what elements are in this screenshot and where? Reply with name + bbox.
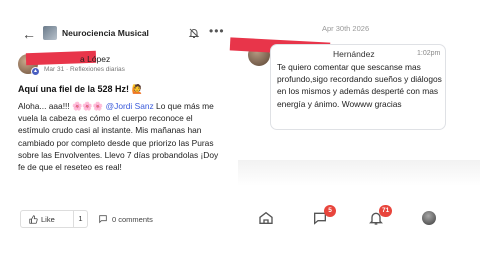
post-body-intro: Aloha... aaa!!! 🌸🌸🌸 [18,101,106,111]
group-name[interactable]: Neurociencia Musical [62,28,149,38]
post-author: ▲ a López Mar 31 · Reflexiones diarias [18,50,228,80]
message-text: Te quiero comentar que sescanse mas prof… [277,62,442,109]
post-body-rest: Lo que más me vuela la cabeza es cómo el… [18,101,219,173]
message-time: 1:02pm [417,50,441,57]
post-body: Aloha... aaa!!! 🌸🌸🌸 @Jordi Sanz Lo que m… [18,100,226,173]
post-header: ← Neurociencia Musical ••• [8,20,234,48]
post-title: Aquí una fiel de la 528 Hz! 🙋 [18,84,143,94]
message-bubble: Hernández 1:02pm Te quiero comentar que … [270,44,446,130]
sender-name[interactable]: Hernández [333,49,375,59]
back-arrow-icon[interactable]: ← [22,26,36,42]
comment-icon[interactable] [98,214,108,224]
notifications-badge: 71 [379,205,393,217]
like-count[interactable]: 1 [74,210,88,228]
chat-panel: Apr 30th 2026 Hernández 1:02pm Te quiero… [229,0,480,269]
comments-link[interactable]: 0 comments [112,215,153,224]
date-separator: Apr 30th 2026 [322,24,370,33]
section-divider [238,160,480,186]
like-label: Like [41,215,55,224]
more-icon[interactable]: ••• [209,24,225,38]
author-name[interactable]: a López [80,54,110,64]
group-avatar[interactable] [43,26,57,40]
bottom-nav: 5 71 [238,200,480,240]
post-panel: ← Neurociencia Musical ••• ▲ a López Mar… [8,20,234,266]
member-badge-icon: ▲ [31,67,40,76]
post-meta: Mar 31 · Reflexiones diarias [44,66,125,73]
chat-badge: 5 [324,205,336,217]
mention-link[interactable]: @Jordi Sanz [106,101,154,111]
bell-icon[interactable] [188,27,200,39]
like-icon [29,215,38,224]
like-button[interactable]: Like [20,210,74,228]
profile-avatar[interactable] [422,211,436,225]
home-icon[interactable] [258,210,274,226]
